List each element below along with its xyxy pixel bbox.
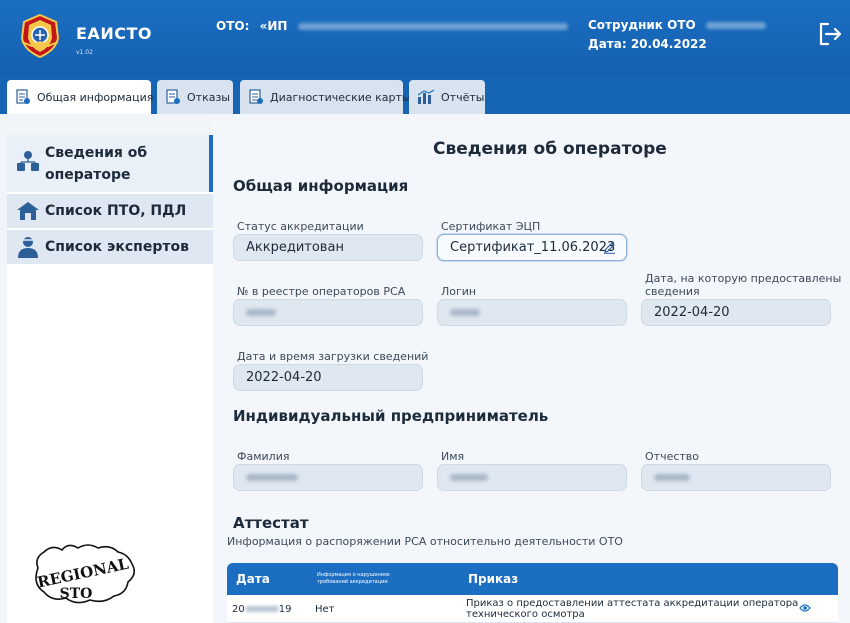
row-order-line-1: Приказ о предоставлении аттестата аккред… — [466, 598, 799, 609]
provided-date-label-line-1: Дата, на которую предоставлены — [645, 272, 842, 285]
column-violations: Информация о нарушениях требований аккре… — [317, 572, 417, 586]
patronymic-redacted — [654, 474, 690, 481]
surname-label: Фамилия — [237, 450, 290, 463]
sidebar-item-operator-info-label: Сведения об операторе — [45, 142, 147, 186]
rsa-registry-label: № в реестре операторов РСА — [237, 285, 406, 298]
logout-icon[interactable] — [816, 20, 844, 48]
date-label: Дата: — [588, 37, 627, 51]
upload-datetime-field: 2022-04-20 — [233, 364, 423, 391]
tab-diagnostic-cards[interactable]: Диагностические карты — [240, 80, 411, 114]
sidebar-item-experts-list[interactable]: Список экспертов — [7, 230, 213, 264]
rsa-registry-field — [233, 299, 423, 326]
rsa-registry-redacted — [246, 309, 276, 316]
employee-label: Сотрудник ОТО — [588, 18, 696, 32]
name-redacted — [450, 474, 488, 481]
sidebar-item-experts-list-label: Список экспертов — [45, 239, 189, 255]
app-version: v1.02 — [76, 49, 93, 56]
diagnostic-card-icon — [249, 89, 263, 104]
table-header: Дата Информация о нарушениях требований … — [227, 563, 838, 595]
tab-reports-label: Отчёты — [441, 90, 485, 104]
row-date: 20 19 — [232, 604, 291, 615]
ip-section-title: Индивидуальный предприниматель — [233, 407, 549, 425]
document-icon — [16, 89, 30, 104]
accreditation-status-value: Аккредитован — [246, 240, 344, 255]
building-icon — [17, 202, 39, 220]
column-order: Приказ — [468, 572, 519, 586]
surname-field — [233, 464, 423, 491]
certificate-value: Сертификат_11.06.2023 — [450, 240, 616, 255]
certificate-field[interactable]: Сертификат_11.06.2023 — [437, 234, 627, 261]
date-info: Дата: 20.04.2022 — [588, 37, 707, 51]
row-violations: Нет — [315, 604, 335, 615]
login-field — [437, 299, 627, 326]
provided-date-field: 2022-04-20 — [641, 299, 831, 326]
oto-value-redacted — [297, 23, 568, 30]
expert-user-icon — [18, 237, 38, 258]
employee-name-redacted — [705, 22, 766, 29]
sidebar-item-operator-info[interactable]: Сведения об операторе — [7, 135, 213, 192]
oto-label: ОТО: — [216, 19, 250, 33]
name-label: Имя — [441, 450, 465, 463]
oto-info: ОТО: «ИП — [216, 19, 568, 33]
gibdd-emblem-icon — [20, 13, 60, 59]
date-value: 20.04.2022 — [630, 37, 707, 51]
accreditation-status-field: Аккредитован — [233, 234, 423, 261]
bar-chart-icon — [417, 89, 435, 104]
row-date-suffix: 19 — [278, 604, 292, 615]
app-title: ЕАИСТО — [76, 24, 152, 43]
attestat-subtitle: Информация о распоряжении РСА относитель… — [227, 535, 623, 548]
tab-refusals-label: Отказы — [187, 90, 230, 104]
page-title: Сведения об операторе — [433, 139, 667, 159]
attestat-table: Дата Информация о нарушениях требований … — [227, 563, 838, 623]
label-line-2: операторе — [45, 167, 131, 183]
refusal-document-icon — [166, 89, 180, 104]
patronymic-label: Отчество — [645, 450, 700, 463]
tab-refusals[interactable]: Отказы — [157, 80, 233, 114]
regional-sto-stamp: REGIONAL STO — [35, 544, 136, 604]
upload-datetime-label: Дата и время загрузки сведений — [237, 350, 429, 363]
row-date-prefix: 20 — [232, 604, 245, 615]
pencil-icon[interactable] — [603, 241, 616, 254]
column-violations-line-1: Информация о нарушениях — [317, 572, 390, 578]
patronymic-field — [641, 464, 831, 491]
row-order: Приказ о предоставлении аттестата аккред… — [466, 598, 798, 620]
accreditation-status-label: Статус аккредитации — [237, 220, 364, 233]
general-section-title: Общая информация — [233, 177, 409, 195]
column-date: Дата — [236, 572, 270, 586]
upload-datetime-value: 2022-04-20 — [246, 370, 322, 385]
column-violations-line-2: требований аккредитации — [317, 579, 388, 585]
attestat-section-title: Аттестат — [233, 514, 309, 532]
row-date-redacted — [244, 606, 279, 612]
oto-value-prefix: «ИП — [259, 19, 288, 33]
provided-date-label-line-2: сведения — [645, 285, 700, 298]
login-label: Логин — [441, 285, 477, 298]
row-order-line-2: технического осмотра — [466, 609, 585, 620]
tab-reports[interactable]: Отчёты — [409, 80, 485, 114]
name-field — [437, 464, 627, 491]
provided-date-label: Дата, на которую предоставлены сведения — [645, 272, 841, 298]
app-header: ЕАИСТО v1.02 ОТО: «ИП Сотрудник ОТО Дата… — [0, 0, 850, 76]
tab-general-info-label: Общая информация — [37, 90, 154, 104]
surname-redacted — [246, 474, 298, 481]
login-redacted — [450, 309, 480, 316]
operator-structure-icon — [17, 151, 39, 171]
tab-diagnostic-cards-label: Диагностические карты — [270, 90, 411, 104]
sidebar-item-pto-list-label: Список ПТО, ПДЛ — [45, 203, 187, 219]
tab-general-info[interactable]: Общая информация — [7, 80, 154, 114]
label-line-1: Сведения об — [45, 145, 148, 161]
table-row: 20 19 Нет Приказ о предоставлении аттеста… — [227, 595, 838, 623]
sidebar-item-pto-list[interactable]: Список ПТО, ПДЛ — [7, 194, 213, 228]
employee-info: Сотрудник ОТО — [588, 18, 766, 32]
view-eye-icon[interactable] — [799, 603, 811, 613]
stamp-text-bottom: STO — [60, 586, 93, 602]
certificate-label: Сертификат ЭЦП — [441, 220, 541, 233]
provided-date-value: 2022-04-20 — [654, 305, 730, 320]
